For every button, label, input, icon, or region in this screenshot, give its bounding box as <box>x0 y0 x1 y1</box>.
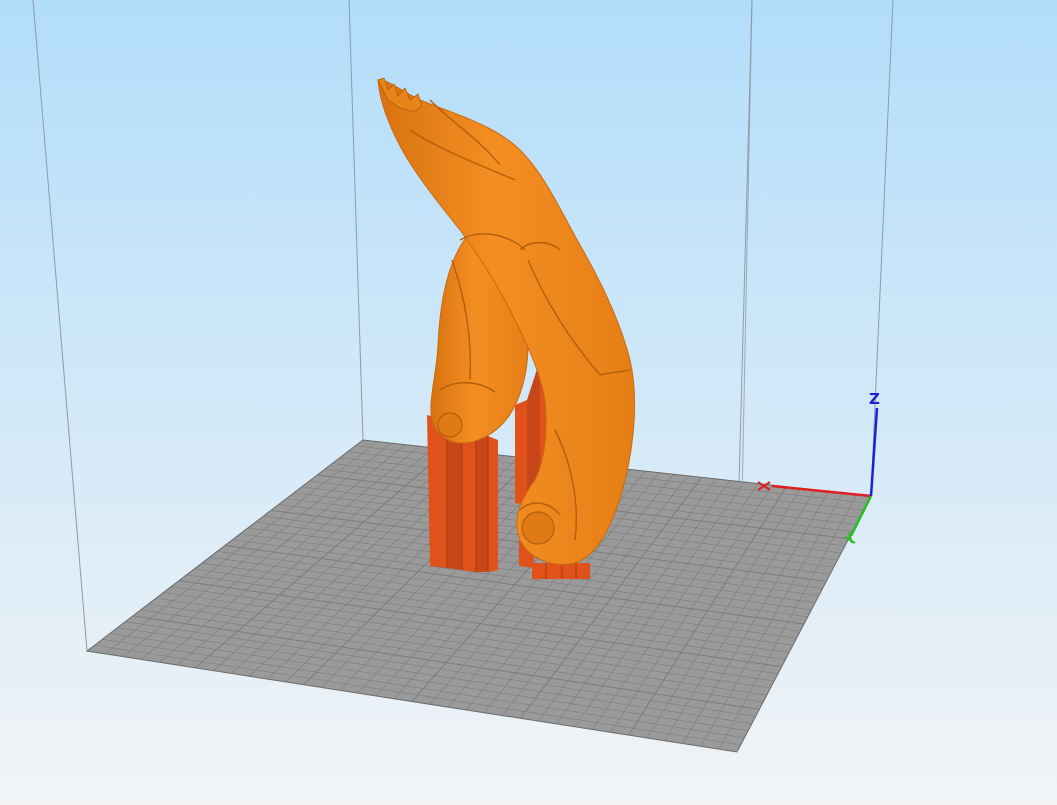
z-axis-label: Z <box>869 390 880 408</box>
model-joint-left <box>437 412 463 438</box>
3d-viewport[interactable]: Z <box>0 0 1057 805</box>
model-joint-right <box>521 511 555 545</box>
scene-canvas[interactable]: Z <box>0 0 1057 805</box>
